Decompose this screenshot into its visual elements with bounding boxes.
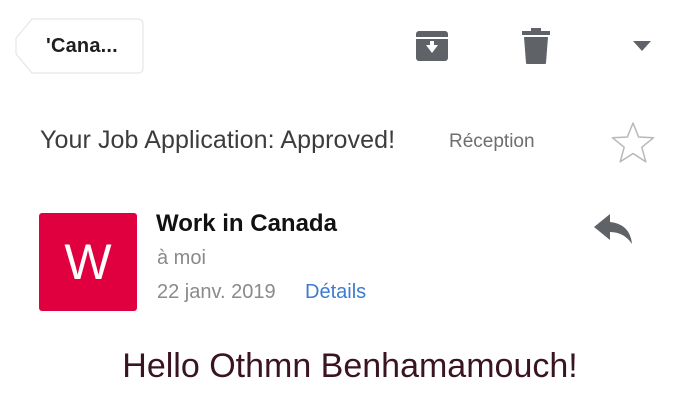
details-link[interactable]: Détails bbox=[305, 281, 366, 304]
email-view: 'Cana... Your Job Application: Approved!… bbox=[0, 0, 700, 400]
archive-icon[interactable] bbox=[412, 26, 452, 66]
email-subject: Your Job Application: Approved! bbox=[40, 126, 396, 154]
inbox-label[interactable]: Réception bbox=[449, 131, 535, 153]
star-icon[interactable] bbox=[610, 120, 656, 166]
email-date: 22 janv. 2019 bbox=[157, 281, 276, 303]
avatar-letter: W bbox=[64, 234, 112, 290]
sender-name: Work in Canada bbox=[156, 210, 337, 237]
recipient-text: à moi bbox=[157, 247, 206, 269]
back-button-label: 'Cana... bbox=[46, 34, 118, 57]
dropdown-arrow-icon[interactable] bbox=[622, 26, 662, 66]
sender-avatar[interactable]: W bbox=[39, 213, 137, 311]
back-button[interactable]: 'Cana... bbox=[14, 18, 144, 74]
trash-icon[interactable] bbox=[516, 26, 556, 66]
reply-icon[interactable] bbox=[590, 210, 638, 248]
email-body-greeting: Hello Othmn Benhamamouch! bbox=[122, 347, 578, 385]
